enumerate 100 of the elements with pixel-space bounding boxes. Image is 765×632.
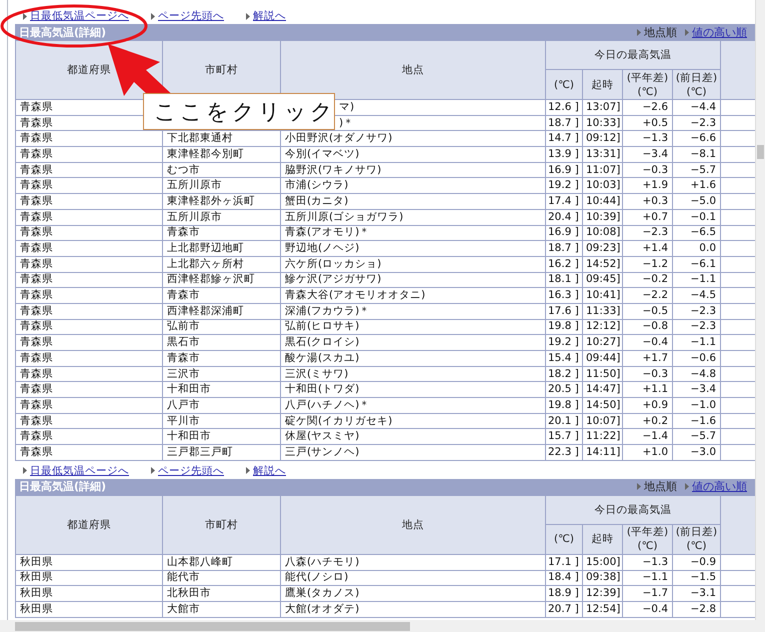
table-cell: 10:33] [582,115,622,131]
triangle-icon [637,28,641,36]
table-cell: 三戸郡三戸町 [162,444,280,460]
table-cell: 09:38] [582,570,622,586]
vertical-scrollbar[interactable] [755,0,765,620]
table-cell: 青森大谷(アオモリオオタニ) [280,288,546,304]
table-cell: 八戸(ハチノヘ)＊ [280,398,546,414]
scrollbar-thumb[interactable] [757,145,764,159]
nav-link[interactable]: ページ先頭へ [158,9,224,23]
table-cell: −5.7 [672,428,720,445]
table-cell: −0.8 [622,319,672,335]
sort-link[interactable]: 値の高い順 [692,24,747,40]
table-cell: 青森県 [16,319,162,335]
nav-link[interactable]: 日最低気温ページへ [30,464,129,478]
table-cell: 20.7 ] [546,601,582,618]
table-cell: −1.1 [672,272,720,288]
table-cell: −3.4 [622,146,672,162]
table-cell: 十和田(トワダ) [280,382,546,398]
table-cell: 秋田県 [16,554,162,570]
table-cell: 19.2 ] [546,334,582,350]
table-cell: 秋田県 [16,570,162,586]
table-cell: −5.7 [672,162,720,178]
nav-link[interactable]: ページ先頭へ [158,464,224,478]
table-cell: 大館(オオダテ) [280,601,546,618]
table-cell: −1.2 [622,256,672,272]
scrollbar-thumb[interactable] [15,622,410,630]
table-cell: 11:33] [582,303,622,320]
table-cell: −6.5 [672,225,720,241]
triangle-icon [246,12,250,20]
table-cell: 蟹田(カニタ) [280,194,546,210]
table-cell: 青森市 [162,350,280,366]
nav-link[interactable]: 解説へ [253,9,286,23]
table-cell: 黒石市 [162,334,280,350]
table-cell: −0.2 [622,272,672,288]
table-cell: 青森県 [16,209,162,225]
table-cell: 12:39] [582,586,622,602]
table-cell: 東津軽郡今別町 [162,146,280,162]
table-cell: 16.9 ] [546,162,582,178]
table-cell: 16.9 ] [546,225,582,241]
header-cell: 地点 [280,495,546,554]
table-cell: 10:44] [582,194,622,210]
table-cell: −8.1 [672,146,720,162]
table-cell: 13.9 ] [546,146,582,162]
table-cell: 青森県 [16,366,162,382]
triangle-icon [685,28,689,36]
table-cell: 12:12] [582,319,622,335]
table-cell: 15.7 ] [546,428,582,445]
table-cell: −1.3 [622,554,672,570]
table-cell: −0.3 [622,162,672,178]
table-cell: 青森県 [16,178,162,194]
table-cell: −1.0 [672,398,720,414]
table-cell: 19.2 ] [546,178,582,194]
table-cell: 13:07] [582,100,622,116]
table-cell: −4.8 [672,366,720,382]
header-cell: 今日の最高気温 [546,495,720,524]
table-cell: −2.8 [672,601,720,618]
table-cell: 秋田県 [16,586,162,602]
table-cell: 11:22] [582,428,622,445]
table-cell: 14:52] [582,256,622,272]
table-cell: 上北郡六ヶ所村 [162,256,280,272]
header-cell: 地点 [280,40,546,100]
table-cell: 八戸市 [162,398,280,414]
table-cell: −2.2 [622,288,672,304]
table-cell: 10:39] [582,209,622,225]
table-cell: 今別(イマベツ) [280,146,546,162]
nav-link[interactable]: 日最低気温ページへ [30,9,129,23]
table-cell: 小田野沢(オダノサワ) [280,130,546,147]
table-cell: 鰺ケ沢(アジガサワ) [280,272,546,288]
table-cell: 碇ケ関(イカリガセキ) [280,413,546,429]
table-cell: 黒石(クロイシ) [280,334,546,350]
table-cell: 十和田市 [162,382,280,398]
table-cell: 14:47] [582,382,622,398]
table-cell: 弘前市 [162,319,280,335]
sort-label: 地点順 [644,479,677,494]
table-cell: 20.4 ] [546,209,582,225]
table-cell: 青森県 [16,130,162,147]
table-cell: +1.4 [622,240,672,256]
table-cell: 五所川原市 [162,178,280,194]
table-cell: 五所川原(ゴショガワラ) [280,209,546,225]
table-cell: 東津軽郡外ヶ浜町 [162,194,280,210]
table-cell: 14.7 ] [546,130,582,147]
table-cell: −3.0 [672,444,720,460]
table-cell: 10:08] [582,225,622,241]
table-cell: −1.7 [622,586,672,602]
nav-link[interactable]: 解説へ [253,464,286,478]
horizontal-scrollbar[interactable] [0,620,765,632]
table-cell: 12.6 ] [546,100,582,116]
header-cell: (平年差) (℃) [622,70,672,100]
sort-link[interactable]: 値の高い順 [692,479,747,494]
table-cell: −2.3 [622,225,672,241]
table-cell: 13:31] [582,146,622,162]
table-cell: 17.6 ] [546,303,582,320]
table-cell: −1.1 [672,334,720,350]
table-cell: 18.1 ] [546,272,582,288]
table-cell: 青森県 [16,413,162,429]
triangle-icon [151,467,155,474]
table-cell: +1.1 [622,382,672,398]
table-cell: −1.4 [622,428,672,445]
table-cell: +0.2 [622,413,672,429]
table-cell: −0.9 [672,554,720,570]
